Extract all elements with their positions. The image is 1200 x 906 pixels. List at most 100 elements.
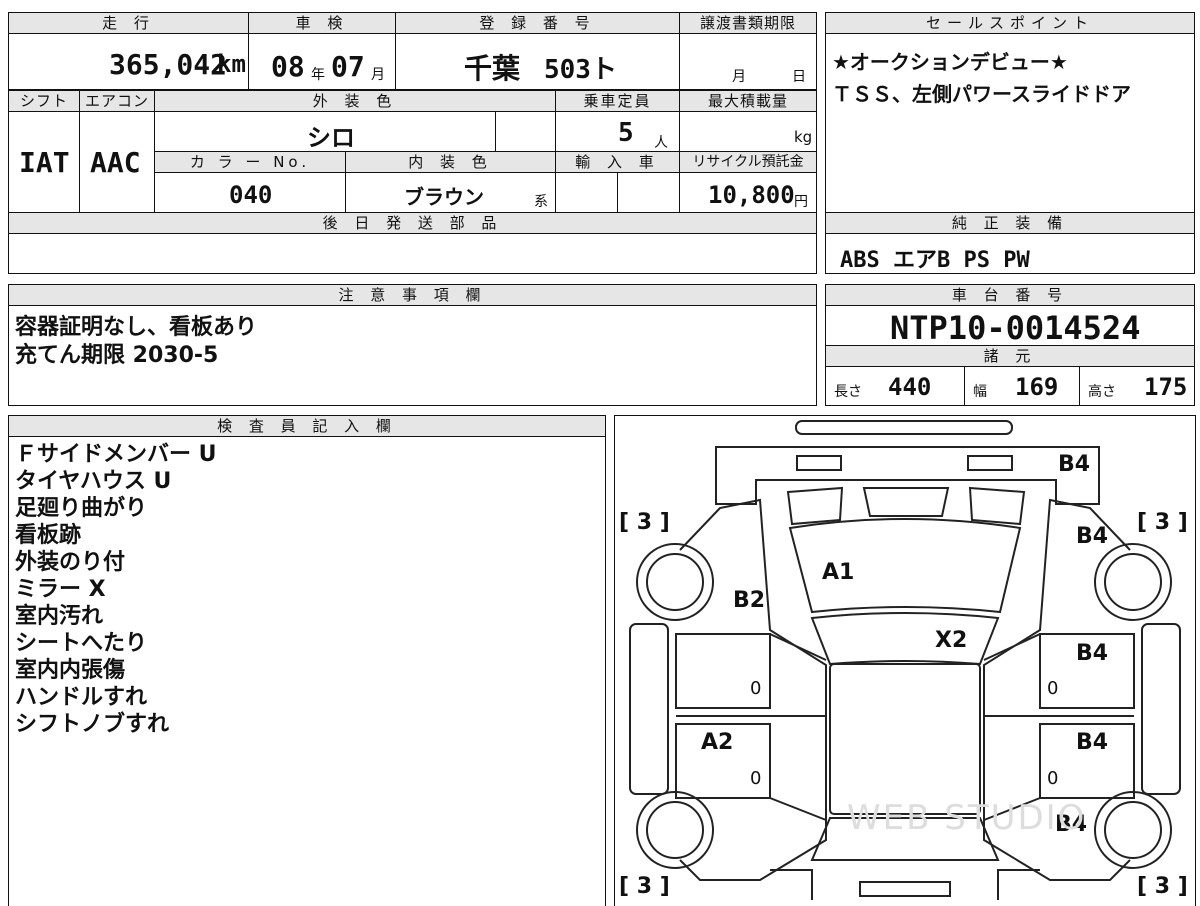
transfer-deadline-cell: 月 日 [679,33,817,90]
damage-mark-windshield: X2 [935,628,968,653]
inspection-year: 08 [271,50,305,83]
registration-cell: 千葉 503ト4758 [395,33,680,116]
inspection-month-unit: 月 [371,67,385,83]
tire-depth-rear-left: [ 3 ] [619,874,670,899]
capacity-label: 乗車定員 [555,90,680,112]
capacity-value: 5 [618,118,634,148]
equipment-header: 純 正 装 備 [825,212,1195,234]
inspector-line: 室内汚れ [15,604,104,629]
inspector-line: 外装のり付 [15,550,126,575]
registration-area: 千葉 [464,52,521,85]
inspector-line: シフトノブすれ [15,712,170,737]
damage-map-box: B4 A1 B2 X2 B4 B4 B4 A2 B4 [ 3 ] [ 3 ] [… [614,415,1196,906]
inspector-line: Ｆサイドメンバー U [15,442,217,467]
damage-mark-left-rear-door: A2 [701,730,734,755]
recycle-value: 10,800 [708,181,795,209]
chassis-header: 車 台 番 号 [825,284,1195,306]
exterior-color-label: 外 装 色 [154,90,556,112]
inspector-line: タイヤハウス U [15,469,172,494]
transfer-month-unit: 月 [732,69,746,85]
import-label: 輸 入 車 [555,151,680,173]
door-zero: 0 [750,768,762,789]
notes-header: 注 意 事 項 欄 [8,284,817,306]
aircon-value: AAC [90,146,141,179]
spec-width-value: 169 [1015,373,1059,401]
spec-length-cell: 長さ 440 [825,366,965,406]
door-zero: 0 [1047,678,1059,699]
max-load-unit: kg [794,128,813,146]
watermark: WEB STUDIO [847,798,1087,838]
damage-mark-front-bumper: B4 [1058,452,1091,477]
interior-color-cell: ブラウン 系 [345,172,556,213]
notes-line: 容器証明なし、看板あり [15,315,258,340]
inspection-cell: 08 年 07 月 [248,33,396,90]
inspector-line: ミラー X [15,577,106,602]
recycle-cell: 10,800 円 [679,172,817,213]
aircon-label: エアコン [79,90,155,112]
tire-depth-rear-right: [ 3 ] [1137,874,1188,899]
inspection-year-unit: 年 [311,67,325,83]
spec-width-cell: 幅 169 [964,366,1080,406]
damage-mark-right-front-door: B4 [1076,641,1109,666]
inspector-line: シートへたり [15,631,148,656]
mileage-cell: 365,042 km [8,33,249,90]
inspector-box: Ｆサイドメンバー U タイヤハウス U 足廻り曲がり 看板跡 外装のり付 ミラー… [8,436,606,906]
color-no-value: 040 [229,181,273,209]
inspection-label: 車 検 [248,12,396,34]
damage-mark-right-rear-door: B4 [1076,730,1109,755]
sales-point-line: ＴＳＳ、左側パワースライドドア [832,82,1131,106]
shift-cell: IAT [8,111,80,213]
door-zero: 0 [750,678,762,699]
damage-mark-left-fender: B2 [733,588,766,613]
exterior-color-value: シロ [307,124,355,152]
later-parts-cell [8,233,817,274]
tire-depth-front-right: [ 3 ] [1137,510,1188,535]
damage-mark-hood: A1 [822,560,855,585]
notes-box: 容器証明なし、看板あり 充てん期限 2030-5 [8,305,817,406]
color-no-cell: 040 [154,172,346,213]
sales-points-header: セールスポイント [825,12,1195,34]
mileage-label: 走 行 [8,12,249,34]
shift-value: IAT [19,146,70,179]
exterior-color-cell: シロ [154,111,496,152]
equipment-value: ABS エアB PS PW [840,248,1030,273]
inspector-line: 足廻り曲がり [15,496,148,521]
aircon-cell: AAC [79,111,155,213]
equipment-box: ABS エアB PS PW [825,233,1195,274]
inspector-header: 検 査 員 記 入 欄 [8,415,606,437]
max-load-cell: kg [679,111,817,152]
damage-mark-right-fender: B4 [1076,524,1109,549]
spec-width-label: 幅 [973,384,987,400]
spec-length-label: 長さ [834,384,862,400]
tire-depth-front-left: [ 3 ] [619,510,670,535]
later-parts-label: 後 日 発 送 部 品 [8,212,817,234]
chassis-number: NTP10-0014524 [890,309,1141,347]
recycle-unit: 円 [794,194,808,210]
door-zero: 0 [1047,768,1059,789]
spec-height-cell: 高さ 175 [1079,366,1195,406]
capacity-cell: 5 人 [555,111,680,152]
interior-color-label: 内 装 色 [345,151,556,173]
inspection-month: 07 [331,50,365,83]
spec-height-value: 175 [1144,373,1188,401]
inspector-line: ハンドルすれ [15,685,148,710]
exterior-color-extra-cell [495,111,556,152]
color-no-label: カ ラ ー No. [154,151,346,173]
interior-color-suffix: 系 [534,194,548,210]
sales-point-line: ★オークションデビュー★ [832,50,1068,74]
notes-line: 充てん期限 2030-5 [15,343,219,368]
max-load-label: 最大積載量 [679,90,817,112]
mileage-value: 365,042 [109,48,228,81]
capacity-unit: 人 [654,135,668,151]
mileage-unit: km [217,50,246,78]
transfer-deadline-label: 譲渡書類期限 [679,12,817,34]
import-cell-b [617,172,680,213]
registration-label: 登 録 番 号 [395,12,680,34]
spec-height-label: 高さ [1088,384,1116,400]
shift-label: シフト [8,90,80,112]
import-cell-a [555,172,618,213]
transfer-day-unit: 日 [792,69,806,85]
recycle-label: リサイクル預託金 [679,151,817,173]
sales-points-box: ★オークションデビュー★ ＴＳＳ、左側パワースライドドア [825,33,1195,213]
interior-color-value: ブラウン [404,185,484,209]
